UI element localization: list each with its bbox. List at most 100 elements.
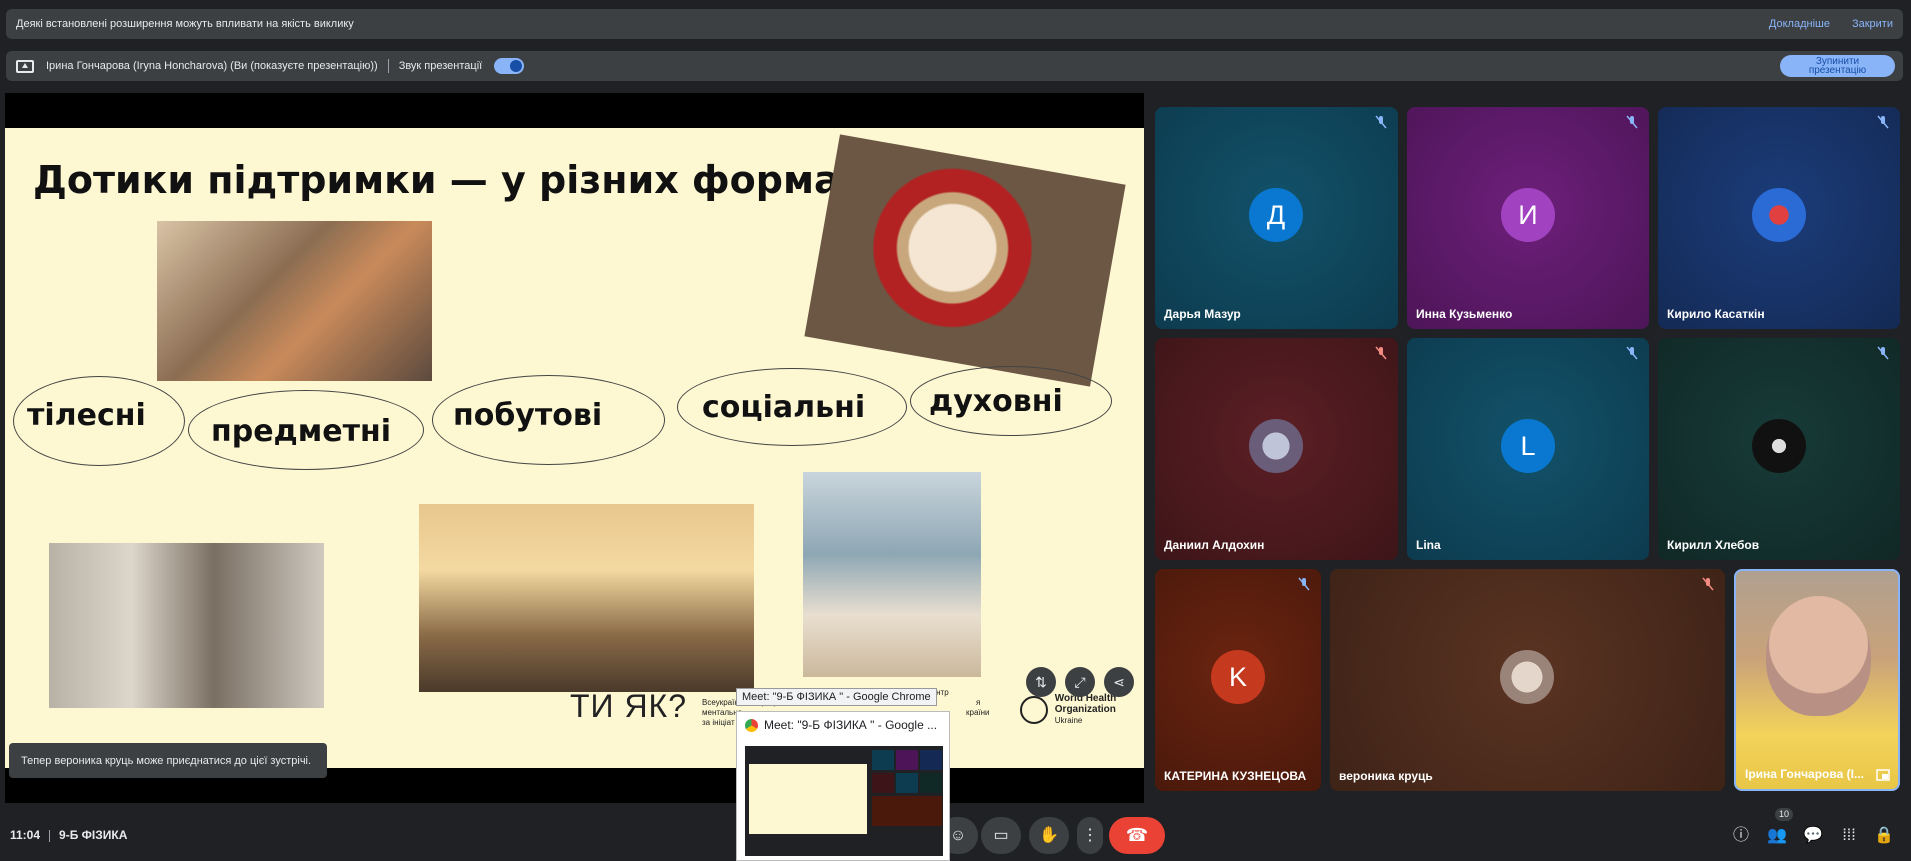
share-button[interactable]: ⋖ — [1104, 667, 1134, 697]
avatar-image — [1752, 419, 1806, 473]
leave-call-button[interactable]: ☎ — [1109, 817, 1165, 854]
info-icon: ⓘ — [1732, 827, 1749, 844]
self-video-tile[interactable]: Ірина Гончарова (І... — [1734, 569, 1900, 791]
participant-tile[interactable]: вероника круць — [1330, 569, 1725, 791]
bottom-control-bar: 11:04 9-Б ФІЗИКА ☺ ▭ ✋ ⋮ ☎ ⓘ 👥 💬 ⁞⁞⁞ 🔒 — [0, 810, 1911, 861]
ty-yak-logo: ТИ ЯК? — [570, 688, 687, 724]
mic-off-icon — [1375, 346, 1387, 360]
swap-arrows-icon: ⇅ — [1035, 674, 1047, 690]
extensions-notice-bar: Деякі встановлені розширення можуть впли… — [6, 9, 1903, 39]
photo-coffee-cup — [804, 134, 1126, 387]
participant-name: Кирило Касаткін — [1667, 307, 1765, 321]
participant-name: Даниил Алдохин — [1164, 538, 1265, 552]
avatar-image — [1249, 419, 1303, 473]
participant-count-badge: 10 — [1775, 808, 1793, 821]
mic-off-icon — [1877, 115, 1889, 129]
participant-tile[interactable]: Д Дарья Мазур — [1155, 107, 1398, 329]
thumb-tile — [920, 750, 942, 770]
unpin-button[interactable]: ⇅ — [1026, 667, 1056, 697]
slide-title: Дотики підтримки — у різних формах — [33, 158, 865, 202]
photo-hands-touching — [49, 543, 324, 708]
participant-tile[interactable]: И Инна Кузьменко — [1407, 107, 1649, 329]
who-line-2: Organization — [1054, 704, 1116, 715]
slide-word-1: тілесні — [27, 398, 146, 433]
apps-grid-icon: ⁞⁞⁞ — [1842, 827, 1856, 844]
thumb-tile — [872, 773, 894, 793]
photo-mother-child-beach — [803, 472, 981, 677]
avatar: L — [1501, 419, 1555, 473]
lock-person-icon: 🔒 — [1874, 827, 1894, 844]
preview-title-text: Meet: "9-Б ФІЗИКА " - Google ... — [764, 718, 938, 732]
who-text: World Health Organization Ukraine — [1055, 693, 1116, 726]
divider — [49, 829, 51, 842]
thumb-tile — [920, 773, 942, 793]
raise-hand-button[interactable]: ✋ — [1029, 817, 1069, 854]
participant-tile[interactable]: Даниил Алдохин — [1155, 338, 1398, 560]
participant-name: Lina — [1416, 538, 1441, 552]
participant-name: Дарья Мазур — [1164, 307, 1241, 321]
mic-off-icon — [1702, 577, 1714, 591]
who-emblem-icon — [1020, 695, 1048, 724]
slide-word-3: побутові — [453, 398, 603, 433]
meeting-info-button[interactable]: ⓘ — [1730, 825, 1752, 847]
thumb-tile — [872, 796, 942, 826]
chat-icon: 💬 — [1803, 827, 1823, 844]
mic-off-icon — [1877, 346, 1889, 360]
participant-tile[interactable]: Кирило Касаткін — [1658, 107, 1900, 329]
avatar: И — [1501, 188, 1555, 242]
host-controls-button[interactable]: 🔒 — [1873, 825, 1895, 847]
notice-message: Деякі встановлені розширення можуть впли… — [16, 18, 354, 30]
avatar: Д — [1249, 188, 1303, 242]
mic-off-icon — [1298, 577, 1310, 591]
participant-tile[interactable]: Кирилл Хлебов — [1658, 338, 1900, 560]
window-tooltip: Meet: "9-Б ФІЗИКА " - Google Chrome — [736, 688, 937, 706]
participant-tile[interactable]: L Lina — [1407, 338, 1649, 560]
slide-word-2: предметні — [211, 414, 392, 449]
clock-time: 11:04 — [10, 828, 41, 842]
avatar-image — [1500, 650, 1554, 704]
thumb-slide — [749, 764, 867, 834]
more-vert-icon: ⋮ — [1082, 827, 1098, 844]
meet-window: Деякі встановлені розширення можуть впли… — [0, 0, 1911, 861]
activities-button[interactable]: ⁞⁞⁞ — [1838, 825, 1860, 847]
captions-icon: ▭ — [993, 827, 1009, 844]
thumb-tile — [896, 773, 918, 793]
phone-hangup-icon: ☎ — [1125, 825, 1149, 845]
chrome-icon — [745, 719, 758, 733]
avatar: K — [1211, 650, 1265, 704]
captions-button[interactable]: ▭ — [981, 817, 1021, 854]
more-options-button[interactable]: ⋮ — [1077, 817, 1103, 854]
participant-name: вероника круць — [1339, 769, 1433, 783]
present-screen-icon — [16, 59, 34, 73]
presentation-audio-toggle[interactable] — [494, 58, 525, 74]
participant-tile[interactable]: K КАТЕРИНА КУЗНЕЦОВА — [1155, 569, 1321, 791]
meeting-title: 9-Б ФІЗИКА — [59, 828, 128, 842]
who-logo: World Health Organization Ukraine — [1020, 693, 1116, 726]
chat-button[interactable]: 💬 — [1802, 825, 1824, 847]
learn-more-link[interactable]: Докладніше — [1769, 18, 1830, 30]
participant-name: Ірина Гончарова (І... — [1745, 767, 1864, 781]
toggle-knob — [510, 60, 523, 72]
emoji-icon: ☺ — [949, 827, 967, 844]
presentation-stage: Дотики підтримки — у різних формах тілес… — [5, 93, 1144, 803]
meeting-details: 11:04 9-Б ФІЗИКА — [10, 828, 127, 842]
slide-word-4: соціальні — [702, 390, 866, 425]
photo-group-hug-sunset — [419, 504, 754, 692]
presenter-name: Ірина Гончарова (Iryna Honcharova) (Ви (… — [46, 60, 378, 72]
chrome-window-preview[interactable]: Meet: "9-Б ФІЗИКА " - Google ... — [736, 711, 950, 861]
pip-icon — [1876, 769, 1890, 781]
hand-icon: ✋ — [1039, 827, 1059, 844]
participant-name: Инна Кузьменко — [1416, 307, 1513, 321]
people-button[interactable]: 👥 — [1766, 825, 1788, 847]
mic-off-icon — [1375, 115, 1387, 129]
stop-presenting-button[interactable]: Зупинити презентацію — [1780, 55, 1895, 77]
mic-off-icon — [1626, 115, 1638, 129]
self-video-face — [1766, 596, 1871, 716]
people-icon: 👥 — [1767, 827, 1787, 844]
photo-friends-comforting — [157, 221, 432, 381]
preview-title: Meet: "9-Б ФІЗИКА " - Google ... — [745, 718, 938, 733]
participant-name: Кирилл Хлебов — [1667, 538, 1760, 552]
close-notice-link[interactable]: Закрити — [1852, 18, 1893, 30]
fullscreen-button[interactable]: ⤢ — [1065, 667, 1095, 697]
join-toast: Тепер вероника круць може приєднатися до… — [9, 743, 327, 778]
